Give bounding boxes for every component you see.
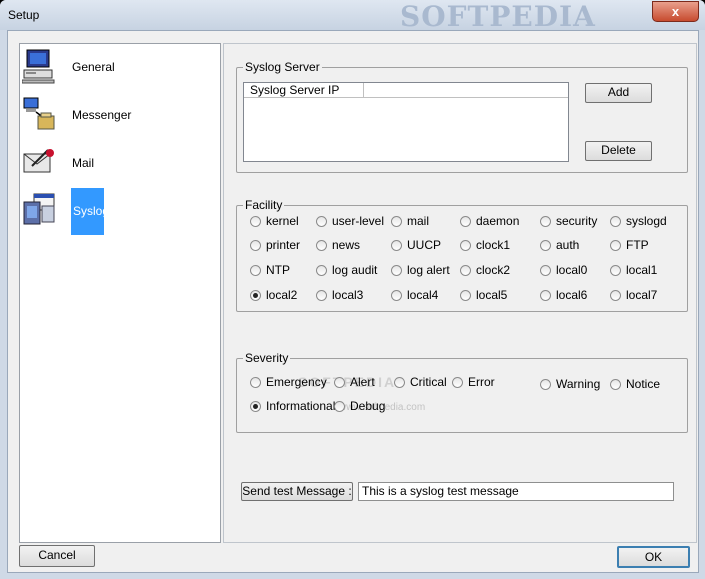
nav-item-general[interactable]: General bbox=[20, 44, 220, 92]
facility-radio-label: local0 bbox=[556, 263, 588, 277]
severity-radio-label: Alert bbox=[350, 375, 375, 389]
title-watermark: SOFTPEDIA bbox=[400, 0, 596, 33]
network-messenger-icon bbox=[23, 97, 55, 130]
radio-dot[interactable] bbox=[250, 216, 261, 227]
delete-button[interactable]: Delete bbox=[585, 141, 652, 161]
radio-dot[interactable] bbox=[610, 240, 621, 251]
facility-radio-label: kernel bbox=[266, 214, 299, 228]
radio-dot[interactable] bbox=[250, 240, 261, 251]
radio-dot[interactable] bbox=[540, 265, 551, 276]
syslog-server-ip-header[interactable]: Syslog Server IP bbox=[244, 83, 364, 98]
cancel-button[interactable]: Cancel bbox=[19, 545, 95, 567]
severity-radio-label: Notice bbox=[626, 377, 661, 391]
radio-dot[interactable] bbox=[316, 216, 327, 227]
window-title: Setup bbox=[8, 8, 40, 22]
radio-dot[interactable] bbox=[316, 240, 327, 251]
facility-radio-label: news bbox=[332, 238, 361, 252]
severity-radio-label: Emergency bbox=[266, 375, 327, 389]
radio-dot[interactable] bbox=[540, 240, 551, 251]
radio-dot[interactable] bbox=[316, 265, 327, 276]
facility-radio-label: user-level bbox=[332, 214, 385, 228]
facility-radio-label: printer bbox=[266, 238, 301, 252]
close-button[interactable]: x bbox=[652, 1, 699, 22]
facility-radio-label: local6 bbox=[556, 288, 588, 302]
facility-radio-label: local1 bbox=[626, 263, 658, 277]
severity-radio-label: Error bbox=[468, 375, 495, 389]
nav-item-messenger[interactable]: Messenger bbox=[20, 92, 220, 140]
facility-radio-label: syslogd bbox=[626, 214, 667, 228]
facility-radio-label: FTP bbox=[626, 238, 649, 252]
severity-radio-label: Critical bbox=[410, 375, 447, 389]
radio-dot[interactable] bbox=[540, 290, 551, 301]
severity-group: Severity bbox=[236, 351, 688, 433]
facility-radio-label: local7 bbox=[626, 288, 658, 302]
nav-label-syslog: Syslog bbox=[71, 188, 109, 235]
title-bar[interactable]: Setup SOFTPEDIA x bbox=[0, 0, 705, 33]
nav-label-general: General bbox=[72, 60, 115, 74]
close-icon: x bbox=[671, 4, 680, 19]
radio-dot[interactable] bbox=[250, 265, 261, 276]
facility-radio-label: clock1 bbox=[476, 238, 511, 252]
severity-radio-label: Informational bbox=[266, 399, 336, 413]
computer-icon bbox=[22, 49, 55, 84]
radio-dot[interactable] bbox=[452, 377, 463, 388]
radio-dot[interactable] bbox=[334, 377, 345, 388]
nav-item-syslog[interactable]: Syslog bbox=[20, 188, 220, 236]
radio-dot[interactable] bbox=[460, 290, 471, 301]
send-test-message-button[interactable]: Send test Message : bbox=[241, 482, 353, 501]
facility-radio-label: local2 bbox=[266, 288, 298, 302]
facility-radio-label: local5 bbox=[476, 288, 508, 302]
test-message-field[interactable]: This is a syslog test message bbox=[358, 482, 674, 501]
syslog-server-group: Syslog Server Syslog Server IP Add Delet… bbox=[236, 60, 688, 173]
nav-panel: General Messenger Mail Syslog bbox=[19, 43, 221, 543]
radio-dot[interactable] bbox=[394, 377, 405, 388]
list-header-filler bbox=[364, 83, 568, 98]
radio-dot[interactable] bbox=[460, 216, 471, 227]
radio-dot[interactable] bbox=[610, 216, 621, 227]
setup-window: Setup SOFTPEDIA x General Messenger Mail… bbox=[0, 0, 705, 579]
severity-radio-label: Warning bbox=[556, 377, 601, 391]
facility-radio-label: security bbox=[556, 214, 598, 228]
facility-radio-label: log audit bbox=[332, 263, 378, 277]
radio-dot[interactable] bbox=[540, 216, 551, 227]
radio-dot[interactable] bbox=[391, 265, 402, 276]
facility-radio-label: local4 bbox=[407, 288, 439, 302]
severity-radio-label: Debug bbox=[350, 399, 386, 413]
radio-dot[interactable] bbox=[610, 379, 621, 390]
syslog-app-icon bbox=[23, 193, 55, 225]
radio-dot[interactable] bbox=[250, 401, 261, 412]
radio-dot[interactable] bbox=[610, 290, 621, 301]
facility-radio-label: UUCP bbox=[407, 238, 442, 252]
facility-radio-label: daemon bbox=[476, 214, 520, 228]
radio-dot[interactable] bbox=[316, 290, 327, 301]
facility-legend: Facility bbox=[243, 198, 285, 212]
radio-dot[interactable] bbox=[391, 216, 402, 227]
facility-radio-label: auth bbox=[556, 238, 580, 252]
radio-dot[interactable] bbox=[391, 290, 402, 301]
nav-label-messenger: Messenger bbox=[72, 108, 132, 122]
mail-envelope-icon bbox=[23, 149, 54, 173]
nav-label-mail: Mail bbox=[72, 156, 95, 170]
add-button[interactable]: Add bbox=[585, 83, 652, 103]
radio-dot[interactable] bbox=[250, 290, 261, 301]
dialog-body: General Messenger Mail Syslog Syslog Ser… bbox=[7, 30, 699, 573]
facility-radio-label: log alert bbox=[407, 263, 450, 277]
facility-radio-label: NTP bbox=[266, 263, 290, 277]
radio-dot[interactable] bbox=[460, 240, 471, 251]
severity-legend: Severity bbox=[243, 351, 291, 365]
radio-dot[interactable] bbox=[610, 265, 621, 276]
ok-button[interactable]: OK bbox=[617, 546, 690, 568]
syslog-server-legend: Syslog Server bbox=[243, 60, 322, 74]
facility-radio-label: mail bbox=[407, 214, 430, 228]
radio-dot[interactable] bbox=[540, 379, 551, 390]
nav-item-mail[interactable]: Mail bbox=[20, 140, 220, 188]
syslog-settings-panel: Syslog Server Syslog Server IP Add Delet… bbox=[223, 43, 697, 543]
syslog-server-list[interactable]: Syslog Server IP bbox=[243, 82, 569, 162]
radio-dot[interactable] bbox=[391, 240, 402, 251]
facility-radio-label: clock2 bbox=[476, 263, 511, 277]
radio-dot[interactable] bbox=[334, 401, 345, 412]
radio-dot[interactable] bbox=[460, 265, 471, 276]
radio-dot[interactable] bbox=[250, 377, 261, 388]
facility-radio-label: local3 bbox=[332, 288, 364, 302]
